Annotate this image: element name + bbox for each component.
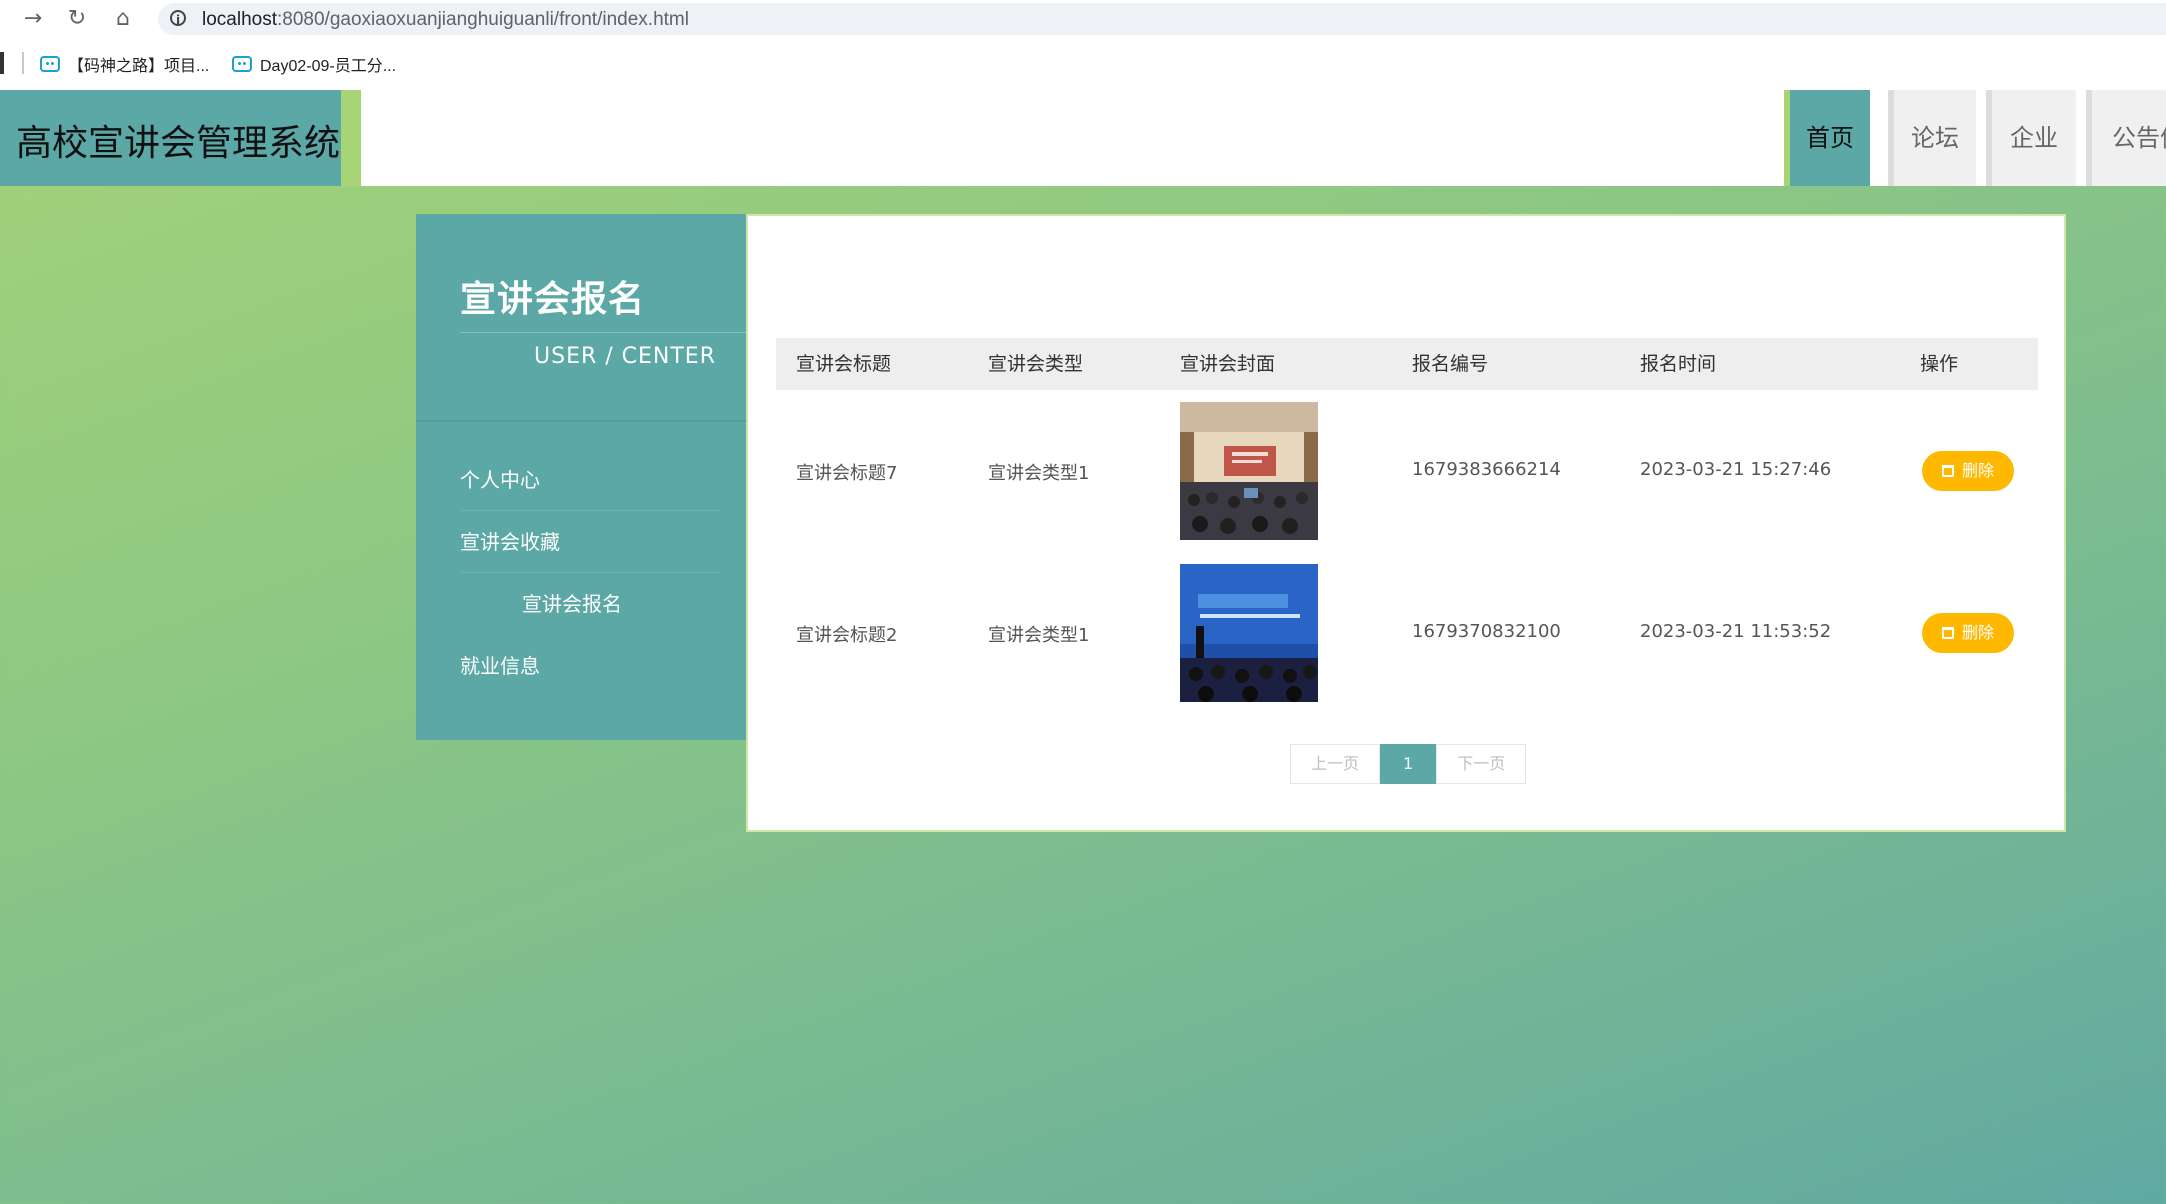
browser-address-bar: → ↻ ⌂ i localhost:8080/gaoxiaoxuanjiangh… — [0, 0, 2166, 38]
delete-button[interactable]: 删除 — [1922, 613, 2014, 653]
trash-icon — [1941, 627, 1954, 639]
bookmark-separator — [22, 52, 24, 74]
registration-list-card: 宣讲会标题 宣讲会类型 宣讲会封面 报名编号 报名时间 操作 宣讲会标题7 宣讲… — [746, 214, 2066, 832]
forward-arrow-icon[interactable]: → — [20, 6, 46, 32]
cover-image[interactable] — [1180, 402, 1318, 540]
sidebar-item-favorites[interactable]: 宣讲会收藏 — [460, 512, 720, 573]
cell-type: 宣讲会类型1 — [988, 463, 1090, 484]
table-row: 宣讲会标题2 宣讲会类型1 1679370832100 2023-03-21 1… — [776, 552, 2038, 714]
page-number-button[interactable]: 1 — [1380, 744, 1437, 784]
site-header: 高校宣讲会管理系统 首页 论坛 企业 公告信 — [0, 90, 2166, 186]
header-accent-strip — [341, 90, 361, 186]
next-page-button[interactable]: 下一页 — [1436, 744, 1527, 784]
nav-forum[interactable]: 论坛 — [1888, 90, 1976, 186]
cell-number: 1679370832100 — [1412, 621, 1561, 642]
sidebar-title: 宣讲会报名 — [460, 279, 646, 320]
nav-company[interactable]: 企业 — [1986, 90, 2076, 186]
column-header: 宣讲会类型 — [988, 353, 1084, 375]
bilibili-icon — [40, 56, 60, 72]
sidebar-item-jobs[interactable]: 就业信息 — [460, 636, 720, 696]
table-row: 宣讲会标题7 宣讲会类型1 1679383666214 2023-03-21 1… — [776, 390, 2038, 552]
home-icon[interactable]: ⌂ — [110, 6, 136, 32]
url-field[interactable]: i localhost:8080/gaoxiaoxuanjianghuiguan… — [158, 3, 2166, 35]
delete-button[interactable]: 删除 — [1922, 451, 2014, 491]
delete-label: 删除 — [1961, 623, 1994, 642]
logo[interactable]: 高校宣讲会管理系统 — [0, 90, 341, 186]
table-header: 宣讲会标题 宣讲会类型 宣讲会封面 报名编号 报名时间 操作 — [776, 338, 2038, 390]
apps-edge-icon[interactable] — [0, 52, 4, 74]
cell-type: 宣讲会类型1 — [988, 625, 1090, 646]
sidebar-subtitle: USER / CENTER — [534, 344, 716, 369]
delete-label: 删除 — [1961, 461, 1994, 480]
cell-number: 1679383666214 — [1412, 459, 1561, 480]
column-header: 宣讲会封面 — [1180, 353, 1276, 375]
pagination: 上一页 1 下一页 — [1290, 744, 1527, 784]
bookmarks-bar: 【码神之路】项目... Day02-09-员工分... — [0, 38, 2166, 90]
column-header: 报名时间 — [1640, 353, 1717, 375]
cell-title: 宣讲会标题2 — [796, 625, 898, 646]
cell-time: 2023-03-21 11:53:52 — [1640, 621, 1832, 642]
trash-icon — [1941, 465, 1954, 477]
bookmark-label: 【码神之路】项目... — [68, 58, 210, 75]
cell-title: 宣讲会标题7 — [796, 463, 898, 484]
site-title: 高校宣讲会管理系统 — [16, 123, 341, 164]
column-header: 操作 — [1920, 353, 1959, 375]
nav-home[interactable]: 首页 — [1784, 90, 1870, 186]
user-center-sidebar: 宣讲会报名 USER / CENTER 个人中心 宣讲会收藏 宣讲会报名 就业信… — [416, 214, 746, 740]
cover-image[interactable] — [1180, 564, 1318, 702]
nav-announcement[interactable]: 公告信 — [2086, 90, 2166, 186]
bookmark-label: Day02-09-员工分... — [260, 58, 397, 75]
site-info-icon[interactable]: i — [170, 10, 186, 27]
bookmark-item[interactable]: Day02-09-员工分... — [232, 52, 396, 76]
reload-icon[interactable]: ↻ — [64, 6, 90, 32]
cell-time: 2023-03-21 15:27:46 — [1640, 459, 1832, 480]
bookmark-item[interactable]: 【码神之路】项目... — [40, 52, 209, 76]
sidebar-divider — [416, 420, 746, 422]
column-header: 报名编号 — [1412, 353, 1489, 375]
prev-page-button[interactable]: 上一页 — [1290, 744, 1381, 784]
bilibili-icon — [232, 56, 252, 72]
url-text: localhost:8080/gaoxiaoxuanjianghuiguanli… — [202, 9, 689, 30]
column-header: 宣讲会标题 — [796, 353, 892, 375]
sidebar-title-underline — [460, 332, 746, 333]
sidebar-item-personal-center[interactable]: 个人中心 — [460, 450, 720, 511]
sidebar-item-registration[interactable]: 宣讲会报名 — [522, 574, 782, 634]
